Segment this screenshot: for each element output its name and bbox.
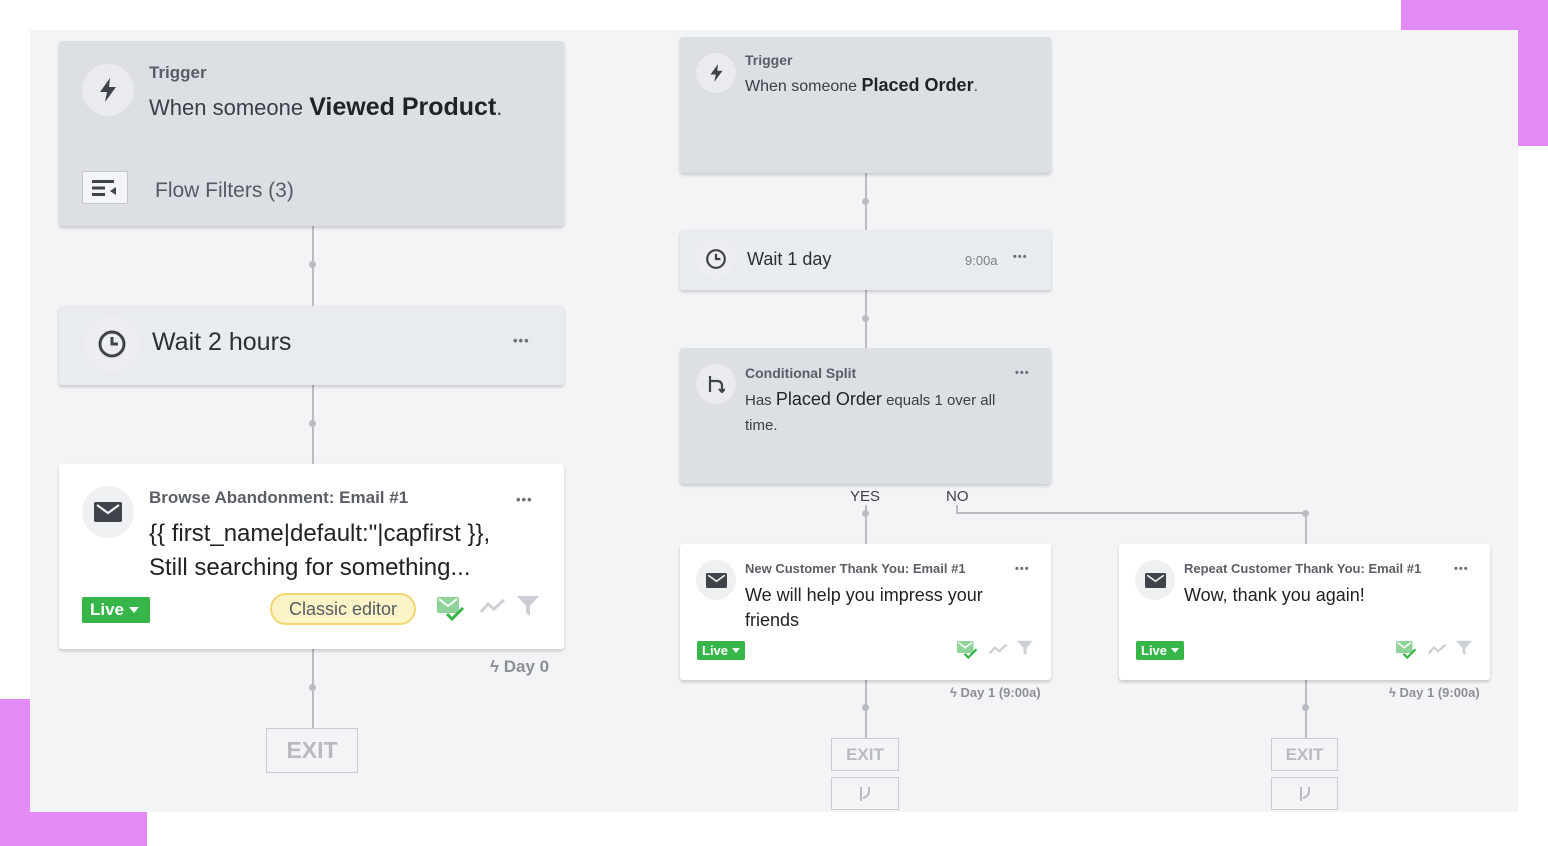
clock-icon bbox=[696, 239, 736, 279]
day-label: ϟ Day 1 (9:00a) bbox=[950, 685, 1041, 700]
branch-yes-label: YES bbox=[850, 488, 881, 505]
caret-down-icon bbox=[1171, 648, 1180, 653]
wait-time: 9:00a bbox=[965, 253, 998, 268]
status-live-dropdown[interactable]: Live bbox=[697, 641, 745, 660]
more-options-button[interactable]: ••• bbox=[1015, 367, 1030, 379]
connector-dot bbox=[1302, 510, 1309, 517]
split-label: Conditional Split bbox=[745, 365, 857, 381]
branch-no-label: NO bbox=[946, 488, 969, 505]
connector-dot bbox=[309, 261, 316, 268]
email-card-repeat-customer[interactable]: Repeat Customer Thank You: Email #1 Wow,… bbox=[1119, 544, 1490, 680]
email-title: Browse Abandonment: Email #1 bbox=[149, 488, 409, 507]
email-subject-line-2: friends bbox=[745, 610, 800, 630]
connector-dot bbox=[309, 684, 316, 691]
exit-node: EXIT bbox=[1271, 738, 1338, 771]
connector-dot bbox=[1302, 704, 1309, 711]
trigger-card-viewed-product[interactable]: Trigger When someone Viewed Product. Flo… bbox=[59, 41, 564, 226]
status-label: Live bbox=[1141, 643, 1168, 658]
split-icon bbox=[696, 364, 736, 404]
bolt-icon: ϟ bbox=[1389, 685, 1396, 700]
more-options-button[interactable]: ••• bbox=[513, 333, 530, 348]
analytics-icon[interactable] bbox=[988, 642, 1008, 660]
filter-icon[interactable] bbox=[517, 595, 539, 622]
status-label: Live bbox=[702, 643, 729, 658]
connector-dot bbox=[862, 510, 869, 517]
trigger-label: Trigger bbox=[745, 52, 793, 68]
wait-card-2-hours[interactable]: Wait 2 hours ••• bbox=[59, 306, 564, 385]
more-options-button[interactable]: ••• bbox=[1454, 563, 1469, 575]
status-live-dropdown[interactable]: Live bbox=[82, 597, 150, 623]
conditional-split-card[interactable]: Conditional Split Has Placed Order equal… bbox=[680, 348, 1051, 484]
bolt-icon: ϟ bbox=[490, 657, 499, 676]
email-title: New Customer Thank You: Email #1 bbox=[745, 561, 966, 576]
more-options-button[interactable]: ••• bbox=[516, 492, 533, 507]
bolt-icon bbox=[696, 53, 736, 93]
day-label: ϟ Day 0 bbox=[490, 657, 550, 676]
day-label: ϟ Day 1 (9:00a) bbox=[1389, 685, 1480, 700]
connector-dot bbox=[862, 315, 869, 322]
email-approved-icon bbox=[437, 597, 465, 626]
email-approved-icon bbox=[957, 641, 978, 664]
more-options-button[interactable]: ••• bbox=[1015, 563, 1030, 575]
connector-dot bbox=[862, 704, 869, 711]
analytics-icon[interactable] bbox=[479, 598, 506, 619]
classic-editor-badge: Classic editor bbox=[270, 593, 416, 625]
wait-card-1-day[interactable]: Wait 1 day 9:00a ••• bbox=[680, 230, 1051, 290]
connector-dot bbox=[309, 420, 316, 427]
flow-filters-icon[interactable] bbox=[82, 171, 128, 204]
email-subject-line-1: Wow, thank you again! bbox=[1184, 585, 1365, 605]
clock-icon bbox=[86, 318, 138, 370]
email-subject-line-1: {{ first_name|default:"|capfirst }}, bbox=[149, 520, 491, 547]
email-card-new-customer[interactable]: New Customer Thank You: Email #1 We will… bbox=[680, 544, 1051, 680]
email-title: Repeat Customer Thank You: Email #1 bbox=[1184, 561, 1422, 576]
exit-node: EXIT bbox=[266, 728, 358, 773]
add-branch-button[interactable] bbox=[1271, 777, 1338, 810]
status-label: Live bbox=[90, 600, 125, 619]
wait-duration: Wait 2 hours bbox=[152, 328, 292, 356]
caret-down-icon bbox=[732, 648, 741, 653]
branch-icon bbox=[860, 786, 870, 801]
filter-icon[interactable] bbox=[1017, 640, 1033, 661]
caret-down-icon bbox=[129, 607, 140, 613]
more-options-button[interactable]: ••• bbox=[1013, 251, 1028, 263]
email-card-browse-abandonment[interactable]: Browse Abandonment: Email #1 {{ first_na… bbox=[59, 464, 564, 649]
trigger-description: When someone Viewed Product. bbox=[149, 93, 503, 121]
add-branch-button[interactable] bbox=[831, 777, 899, 810]
analytics-icon[interactable] bbox=[1427, 642, 1447, 660]
branch-icon bbox=[1299, 786, 1310, 801]
filter-icon[interactable] bbox=[1456, 640, 1472, 661]
email-approved-icon bbox=[1396, 641, 1417, 664]
trigger-label: Trigger bbox=[149, 63, 207, 82]
bolt-icon bbox=[82, 64, 134, 116]
envelope-icon bbox=[82, 486, 134, 538]
split-condition: Has Placed Order equals 1 over all bbox=[745, 389, 996, 409]
connector-dot bbox=[862, 198, 869, 205]
connector-line bbox=[956, 512, 1307, 514]
status-live-dropdown[interactable]: Live bbox=[1136, 641, 1184, 660]
trigger-card-placed-order[interactable]: Trigger When someone Placed Order. bbox=[680, 37, 1051, 173]
email-subject-line-2: Still searching for something... bbox=[149, 554, 471, 581]
bolt-icon: ϟ bbox=[950, 685, 957, 700]
wait-duration: Wait 1 day bbox=[747, 249, 832, 269]
email-subject-line-1: We will help you impress your bbox=[745, 585, 983, 605]
trigger-description: When someone Placed Order. bbox=[745, 75, 979, 95]
envelope-icon bbox=[1135, 560, 1175, 600]
flow-filters-link[interactable]: Flow Filters (3) bbox=[155, 179, 294, 203]
exit-node: EXIT bbox=[831, 738, 899, 771]
split-condition-line-2: time. bbox=[745, 417, 778, 434]
envelope-icon bbox=[696, 560, 736, 600]
